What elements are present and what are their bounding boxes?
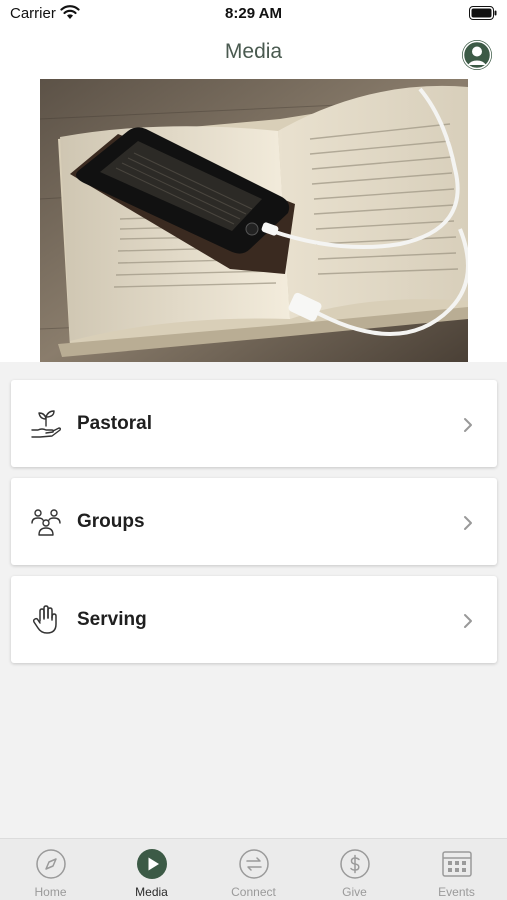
tab-label: Home <box>34 885 67 899</box>
raised-hand-icon <box>32 605 57 634</box>
phone-on-bible-illustration <box>40 79 468 362</box>
profile-button[interactable] <box>462 40 492 70</box>
menu-item-groups[interactable]: Groups <box>11 478 497 565</box>
menu-item-pastoral[interactable]: Pastoral <box>11 380 497 467</box>
battery-icon <box>469 6 497 20</box>
people-group-icon <box>31 509 61 536</box>
tab-events[interactable]: Events <box>406 839 507 900</box>
tab-connect[interactable]: Connect <box>203 839 304 900</box>
calendar-icon <box>442 851 472 877</box>
arrows-exchange-icon <box>239 849 269 879</box>
page-title: Media <box>224 40 283 63</box>
compass-icon <box>36 849 66 879</box>
chevron-right-icon <box>464 516 472 530</box>
dollar-icon <box>340 849 370 879</box>
status-time: 8:29 AM <box>225 5 282 22</box>
menu-item-label: Serving <box>77 609 147 630</box>
menu-item-label: Pastoral <box>77 413 152 434</box>
tab-give[interactable]: Give <box>304 839 405 900</box>
tab-home[interactable]: Home <box>0 839 101 900</box>
tab-bar: Home Media Connect Give Events <box>0 838 507 900</box>
menu-item-serving[interactable]: Serving <box>11 576 497 663</box>
play-icon <box>137 849 167 879</box>
tab-label: Give <box>342 885 367 899</box>
menu-item-label: Groups <box>77 511 145 532</box>
hand-plant-icon <box>31 410 62 438</box>
tab-label: Events <box>438 885 475 899</box>
chevron-right-icon <box>464 418 472 432</box>
user-icon <box>462 40 492 70</box>
tab-label: Media <box>135 885 168 899</box>
tab-media[interactable]: Media <box>101 839 202 900</box>
status-bar: Carrier 8:29 AM <box>0 0 507 28</box>
chevron-right-icon <box>464 614 472 628</box>
hero-image <box>40 79 468 362</box>
tab-label: Connect <box>231 885 276 899</box>
